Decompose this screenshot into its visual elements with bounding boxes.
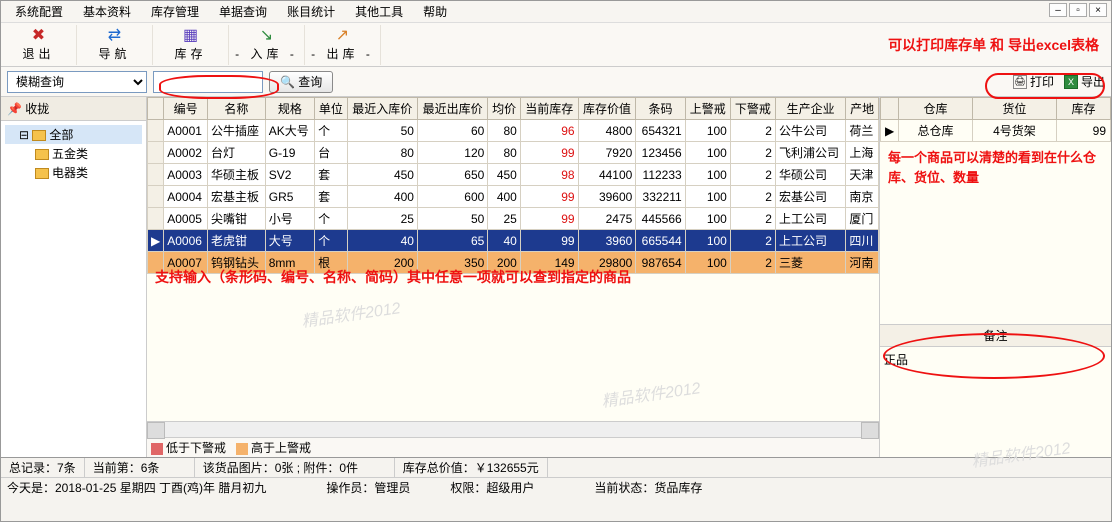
col-header[interactable]: 产地 — [846, 98, 879, 120]
circle-print-export — [985, 73, 1105, 99]
legend-low: 低于下警戒 — [151, 439, 226, 456]
menu-item[interactable]: 库存管理 — [141, 0, 209, 23]
hscrollbar[interactable] — [147, 421, 879, 437]
col-header[interactable]: 下警戒 — [730, 98, 775, 120]
annotation-search-tip: 支持输入（条形码、编号、名称、简码）其中任意一项就可以查到指定的商品 — [155, 267, 631, 287]
menubar: 系统配置基本资料库存管理单据查询账目统计其他工具帮助 — [1, 1, 1111, 23]
circle-search — [159, 75, 279, 99]
table-row[interactable]: ▶A0006老虎钳大号个4065409939606655441002上工公司四川 — [148, 230, 879, 252]
tree-node[interactable]: 五金类 — [5, 144, 142, 163]
toolbar-button[interactable]: ⇄导航 — [77, 25, 153, 65]
toolbar-icon: ▦ — [183, 28, 198, 44]
toolbar-label: - 入库 - — [235, 45, 298, 62]
status-value: 库存总价值：￥132655元 — [395, 458, 548, 477]
annotation-top-right: 可以打印库存单 和 导出excel表格 — [888, 35, 1099, 55]
col-header[interactable]: 库存 — [1057, 98, 1111, 120]
status-privilege: 权限：超级用户 — [450, 479, 534, 496]
status-bar-1: 总记录：7条 当前第：6条 该货品图片：0张 ; 附件：0件 库存总价值：￥13… — [1, 457, 1111, 477]
restore-button[interactable]: ▫ — [1069, 3, 1087, 17]
inventory-grid[interactable]: 编号名称规格单位最近入库价最近出库价均价当前库存库存价值条码上警戒下警戒生产企业… — [147, 97, 879, 274]
main-grid-panel: 编号名称规格单位最近入库价最近出库价均价当前库存库存价值条码上警戒下警戒生产企业… — [147, 97, 879, 457]
table-row[interactable]: A0003华硕主板SV2套45065045098441001122331002华… — [148, 164, 879, 186]
col-header[interactable]: 最近入库价 — [347, 98, 417, 120]
right-panel: 仓库货位库存▶总仓库4号货架99 每一个商品可以清楚的看到在什么仓库、货位、数量… — [879, 97, 1111, 457]
col-header[interactable]: 编号 — [164, 98, 208, 120]
table-row[interactable]: A0001公牛插座AK大号个5060809648006543211002公牛公司… — [148, 120, 879, 142]
legend-bar: 低于下警戒 高于上警戒 — [147, 437, 879, 457]
toolbar-icon: ⇄ — [108, 28, 121, 44]
toolbar-label: 库存 — [174, 45, 206, 62]
toolbar-icon: ↘ — [260, 28, 273, 44]
menu-item[interactable]: 其他工具 — [345, 0, 413, 23]
status-total: 总记录：7条 — [1, 458, 85, 477]
toolbar-button[interactable]: ↘- 入库 - — [229, 25, 305, 65]
col-header[interactable]: 上警戒 — [685, 98, 730, 120]
toolbar-button[interactable]: ↗- 出库 - — [305, 25, 381, 65]
col-header[interactable]: 名称 — [208, 98, 266, 120]
close-button[interactable]: × — [1089, 3, 1107, 17]
status-bar-2: 今天是：2018-01-25 星期四 丁酉(鸡)年 腊月初九 操作员：管理员 权… — [1, 477, 1111, 497]
toolbar-icon: ↗ — [336, 28, 349, 44]
col-header[interactable]: 最近出库价 — [417, 98, 487, 120]
status-operator: 操作员：管理员 — [326, 479, 410, 496]
col-header[interactable]: 生产企业 — [775, 98, 845, 120]
menu-item[interactable]: 系统配置 — [5, 0, 73, 23]
location-grid[interactable]: 仓库货位库存▶总仓库4号货架99 — [880, 97, 1111, 142]
toolbar-icon: ✖ — [32, 28, 45, 44]
toolbar-label: - 出库 - — [311, 45, 374, 62]
circle-notes — [883, 333, 1105, 379]
table-row[interactable]: ▶总仓库4号货架99 — [881, 120, 1111, 142]
menu-item[interactable]: 单据查询 — [209, 0, 277, 23]
toolbar-button[interactable]: ✖退出 — [1, 25, 77, 65]
status-page: 当前第：6条 — [85, 458, 195, 477]
left-panel: 📌 收拢 ⊟ 全部 五金类电器类 — [1, 97, 147, 457]
toolbar-label: 导航 — [98, 45, 130, 62]
table-row[interactable]: A0002台灯G-19台80120809979201234561002飞利浦公司… — [148, 142, 879, 164]
annotation-right: 每一个商品可以清楚的看到在什么仓库、货位、数量 — [880, 142, 1111, 193]
legend-high: 高于上警戒 — [236, 439, 311, 456]
menu-item[interactable]: 基本资料 — [73, 0, 141, 23]
category-tree: ⊟ 全部 五金类电器类 — [1, 121, 146, 457]
status-attach: 该货品图片：0张 ; 附件：0件 — [195, 458, 395, 477]
col-header[interactable]: 货位 — [972, 98, 1056, 120]
tree-node[interactable]: 电器类 — [5, 163, 142, 182]
col-header[interactable]: 单位 — [315, 98, 348, 120]
col-header[interactable]: 均价 — [488, 98, 521, 120]
table-row[interactable]: A0004宏基主板GR5套40060040099396003322111002宏… — [148, 186, 879, 208]
col-header[interactable]: 当前库存 — [520, 98, 578, 120]
menu-item[interactable]: 账目统计 — [277, 0, 345, 23]
content-area: 📌 收拢 ⊟ 全部 五金类电器类 编号名称规格单位最近入库价最近出库价均价当前库… — [1, 97, 1111, 457]
left-header[interactable]: 📌 收拢 — [1, 97, 146, 121]
col-header[interactable]: 库存价值 — [578, 98, 636, 120]
col-header[interactable]: 规格 — [265, 98, 314, 120]
tree-root[interactable]: ⊟ 全部 — [5, 125, 142, 144]
table-row[interactable]: A0005尖嘴钳小号个2550259924754455661002上工公司厦门 — [148, 208, 879, 230]
col-header[interactable]: 条码 — [636, 98, 685, 120]
menu-item[interactable]: 帮助 — [413, 0, 457, 23]
search-mode-select[interactable]: 模糊查询 — [7, 71, 147, 93]
window-controls: – ▫ × — [1049, 3, 1107, 17]
status-state: 当前状态：货品库存 — [594, 479, 702, 496]
toolbar-label: 退出 — [22, 45, 54, 62]
toolbar-button[interactable]: ▦库存 — [153, 25, 229, 65]
minimize-button[interactable]: – — [1049, 3, 1067, 17]
col-header[interactable]: 仓库 — [899, 98, 972, 120]
status-date: 今天是：2018-01-25 星期四 丁酉(鸡)年 腊月初九 — [7, 479, 266, 496]
